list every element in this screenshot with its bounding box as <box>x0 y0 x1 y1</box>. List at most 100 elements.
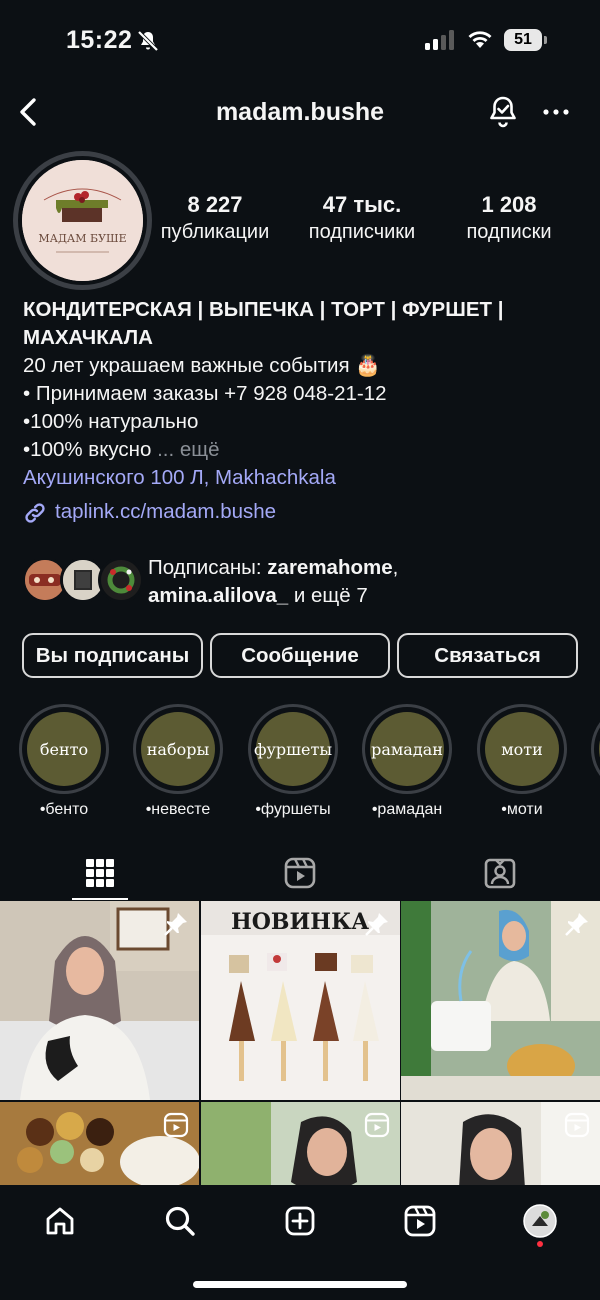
mute-bell-icon <box>137 30 159 52</box>
followed-by[interactable]: Подписаны: zaremahome, amina.alilova_ и е… <box>22 554 582 610</box>
following-button[interactable]: Вы подписаны <box>22 633 203 678</box>
profile-bio: КОНДИТЕРСКАЯ | ВЫПЕЧКА | ТОРТ | ФУРШЕТ |… <box>23 296 583 492</box>
nav-reels[interactable] <box>400 1201 440 1241</box>
highlight-label: •рамадан <box>371 801 443 818</box>
highlight-cover: фуршеты <box>254 712 332 786</box>
highlight-ramadan[interactable]: рамадан •рамадан <box>362 704 452 820</box>
stat-posts[interactable]: 8 227 публикации <box>150 192 280 246</box>
reel-icon <box>364 1112 390 1138</box>
bio-line: 20 лет украшаем важные события 🎂 <box>23 354 381 377</box>
link-icon <box>25 502 45 523</box>
followed-by-suffix: и ещё 7 <box>288 584 368 607</box>
stat-following-label: подписки <box>466 221 552 243</box>
stat-posts-label: публикации <box>160 221 270 243</box>
tab-reels[interactable] <box>200 846 400 900</box>
followed-by-name: zaremahome <box>267 556 393 579</box>
highlight-cover: рамадан <box>370 712 444 786</box>
more-options-icon[interactable] <box>540 96 572 128</box>
battery-tip <box>544 36 547 44</box>
followed-by-text: Подписаны: zaremahome, amina.alilova_ и е… <box>148 554 588 610</box>
grid-post[interactable] <box>401 901 600 1100</box>
nav-profile[interactable] <box>520 1201 560 1241</box>
stat-followers-label: подписчики <box>308 221 416 243</box>
mutual-avatar-3 <box>98 557 144 603</box>
highlight-bento[interactable]: бенто •бенто <box>19 704 109 820</box>
highlight-ring: фуршеты <box>248 704 338 794</box>
pinned-icon <box>565 913 588 936</box>
external-link-text: taplink.cc/madam.bushe <box>55 500 277 523</box>
home-indicator[interactable] <box>193 1281 407 1288</box>
nav-search[interactable] <box>160 1201 200 1241</box>
highlight-mochi[interactable]: моти •моти <box>477 704 567 820</box>
followed-by-separator: , <box>392 556 399 579</box>
pinned-icon <box>365 913 388 936</box>
highlight-cover: наборы <box>141 712 215 786</box>
status-time: 15:22 <box>66 26 133 54</box>
grid-icon <box>86 859 114 887</box>
reels-icon <box>284 857 316 889</box>
highlight-ring: моти <box>477 704 567 794</box>
bio-line: •100% вкусно <box>23 438 152 461</box>
notification-bell-icon[interactable] <box>486 94 520 130</box>
grid-post[interactable] <box>401 1102 600 1185</box>
profile-avatar[interactable]: МАДАМ БУШЕ <box>22 160 143 281</box>
highlight-cover: бенто <box>27 712 101 786</box>
active-tab-indicator <box>72 898 128 900</box>
stat-following-value: 1 208 <box>481 192 537 217</box>
search-icon <box>165 1206 195 1236</box>
highlight-label: •бенто <box>39 801 89 818</box>
reel-icon <box>163 1112 189 1138</box>
reels-icon <box>404 1205 436 1237</box>
nav-create[interactable] <box>280 1201 320 1241</box>
stat-posts-value: 8 227 <box>187 192 243 217</box>
highlight-buffets[interactable]: фуршеты •фуршеты <box>248 704 338 820</box>
grid-post[interactable] <box>0 1102 199 1185</box>
grid-post[interactable] <box>0 901 199 1100</box>
profile-avatar-icon <box>523 1204 557 1238</box>
signal-icon <box>425 30 454 50</box>
followed-by-name: amina.alilova_ <box>148 584 289 607</box>
tab-tagged[interactable] <box>400 846 600 900</box>
highlight-label: •невесте <box>145 801 211 818</box>
stat-following[interactable]: 1 208 подписки <box>446 192 572 246</box>
status-bar: 15:22 51 <box>0 0 600 80</box>
location-link[interactable]: Акушинского 100 Л, Makhachkala <box>23 464 583 492</box>
grid-post[interactable] <box>201 1102 400 1185</box>
bio-title: КОНДИТЕРСКАЯ | ВЫПЕЧКА | ТОРТ | ФУРШЕТ |… <box>23 298 504 349</box>
highlight-ring: рамадан <box>362 704 452 794</box>
bakery-logo: МАДАМ БУШЕ <box>22 160 143 281</box>
highlight-ring <box>591 704 600 794</box>
stat-followers-value: 47 тыс. <box>322 192 402 217</box>
profile-header: madam.bushe <box>0 84 600 140</box>
svg-text:НОВИНКА: НОВИНКА <box>231 909 369 935</box>
pinned-icon <box>164 913 187 936</box>
highlight-ring: наборы <box>133 704 223 794</box>
home-icon <box>46 1207 74 1235</box>
tagged-icon <box>484 858 516 889</box>
profile-tabs <box>0 846 600 900</box>
add-post-icon <box>285 1206 315 1236</box>
message-button[interactable]: Сообщение <box>210 633 390 678</box>
nav-home[interactable] <box>40 1201 80 1241</box>
highlight-partial[interactable] <box>591 704 600 794</box>
stat-followers[interactable]: 47 тыс. подписчики <box>292 192 432 246</box>
grid-post[interactable]: НОВИНКА <box>201 901 400 1100</box>
external-link[interactable]: taplink.cc/madam.bushe <box>23 500 276 525</box>
svg-text:МАДАМ БУШЕ: МАДАМ БУШЕ <box>38 232 126 245</box>
highlight-bride[interactable]: наборы •невесте <box>133 704 223 820</box>
reel-icon <box>564 1112 590 1138</box>
highlight-label: •фуршеты <box>255 801 331 818</box>
highlight-ring: бенто <box>19 704 109 794</box>
bio-more-link[interactable]: ... ещё <box>157 438 219 461</box>
highlight-cover: моти <box>485 712 559 786</box>
wifi-icon <box>468 31 492 48</box>
followed-by-prefix: Подписаны: <box>148 556 268 579</box>
battery-indicator: 51 <box>504 29 542 51</box>
notification-dot <box>537 1241 543 1247</box>
contact-button[interactable]: Связаться <box>397 633 578 678</box>
tab-posts-grid[interactable] <box>0 846 200 900</box>
posts-grid: НОВИНКА <box>0 901 600 1185</box>
bio-line: •100% натурально <box>23 410 199 433</box>
bio-line: • Принимаем заказы +7 928 048-21-12 <box>23 382 387 405</box>
highlight-label: •моти <box>501 801 543 818</box>
